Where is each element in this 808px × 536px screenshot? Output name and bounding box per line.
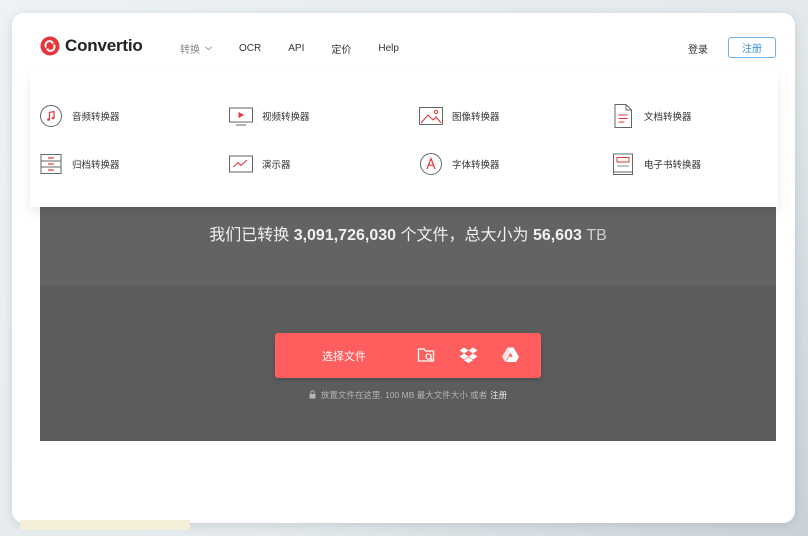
dropdown-item-audio[interactable]: 音频转换器: [38, 103, 120, 129]
folder-search-icon[interactable]: [417, 346, 436, 369]
chevron-down-icon: [205, 46, 212, 51]
dropdown-item-label: 电子书转换器: [644, 160, 702, 171]
dropdown-item-label: 音频转换器: [72, 112, 120, 123]
logo-text: Convertio: [65, 36, 143, 55]
browser-window: Convertio 转换 OCR API 定价 Help 登录 注册 音频转换器…: [12, 13, 795, 523]
google-drive-icon[interactable]: [501, 346, 520, 369]
nav-ocr[interactable]: OCR: [239, 43, 261, 54]
total-size: 56,603: [532, 227, 582, 244]
dropdown-item-label: 归档转换器: [72, 160, 120, 171]
size-unit: TB: [586, 227, 607, 244]
upload-zone[interactable]: 选择文件 放置文件在这里. 100 MB 最大文件大小 或者 注册: [40, 286, 776, 441]
files-count: 3,091,726,030: [293, 227, 397, 244]
font-icon: [418, 151, 444, 177]
background-decoration: [20, 520, 190, 530]
lock-icon: [309, 389, 316, 401]
hero-stats-band: 我们已转换 3,091,726,030 个文件，总大小为 56,603 TB: [40, 207, 776, 286]
converter-dropdown: 音频转换器 视频转换器 图像转换器 文档转换器 归档转换器 演示器 字体转换器 …: [30, 71, 778, 207]
dropdown-item-label: 图像转换器: [452, 112, 500, 123]
convertio-logo-icon: [40, 36, 60, 56]
nav-pricing[interactable]: 定价: [331, 41, 351, 56]
dropdown-item-presentation[interactable]: 演示器: [228, 151, 291, 177]
upload-hint-text: 放置文件在这里. 100 MB 最大文件大小 或者: [320, 390, 488, 400]
stats-prefix: 我们已转换: [209, 227, 290, 244]
upload-register-link[interactable]: 注册: [490, 389, 507, 401]
dropdown-item-font[interactable]: 字体转换器: [418, 151, 500, 177]
dropdown-item-archive[interactable]: 归档转换器: [38, 151, 120, 177]
ebook-icon: [610, 151, 636, 177]
upload-hint: 放置文件在这里. 100 MB 最大文件大小 或者 注册: [40, 389, 776, 401]
stats-middle: 个文件，总大小为: [400, 227, 529, 244]
hero-section: 我们已转换 3,091,726,030 个文件，总大小为 56,603 TB 选…: [40, 207, 776, 441]
nav-help[interactable]: Help: [378, 43, 399, 54]
dropdown-item-document[interactable]: 文档转换器: [610, 103, 692, 129]
choose-file-button[interactable]: 选择文件: [322, 348, 366, 364]
dropdown-item-ebook[interactable]: 电子书转换器: [610, 151, 701, 177]
document-icon: [610, 103, 636, 129]
login-link[interactable]: 登录: [688, 41, 708, 56]
image-icon: [418, 103, 444, 129]
nav-convert[interactable]: 转换: [180, 41, 212, 56]
site-header: Convertio 转换 OCR API 定价 Help 登录 注册: [12, 13, 795, 79]
nav-convert-label: 转换: [180, 45, 200, 56]
dropdown-item-label: 视频转换器: [262, 112, 310, 123]
nav-api[interactable]: API: [288, 43, 304, 54]
upload-bar: 选择文件: [275, 333, 541, 378]
dropdown-item-label: 字体转换器: [452, 160, 500, 171]
dropbox-icon[interactable]: [459, 346, 478, 369]
music-note-icon: [38, 103, 64, 129]
conversion-stats: 我们已转换 3,091,726,030 个文件，总大小为 56,603 TB: [40, 221, 776, 245]
presentation-icon: [228, 151, 254, 177]
dropdown-item-video[interactable]: 视频转换器: [228, 103, 310, 129]
video-play-icon: [228, 103, 254, 129]
logo[interactable]: Convertio: [40, 36, 143, 56]
dropdown-item-label: 文档转换器: [644, 112, 692, 123]
dropdown-item-label: 演示器: [262, 160, 291, 171]
dropdown-item-image[interactable]: 图像转换器: [418, 103, 500, 129]
main-nav: 转换 OCR API 定价 Help: [180, 41, 426, 56]
archive-icon: [38, 151, 64, 177]
register-button[interactable]: 注册: [728, 37, 776, 58]
